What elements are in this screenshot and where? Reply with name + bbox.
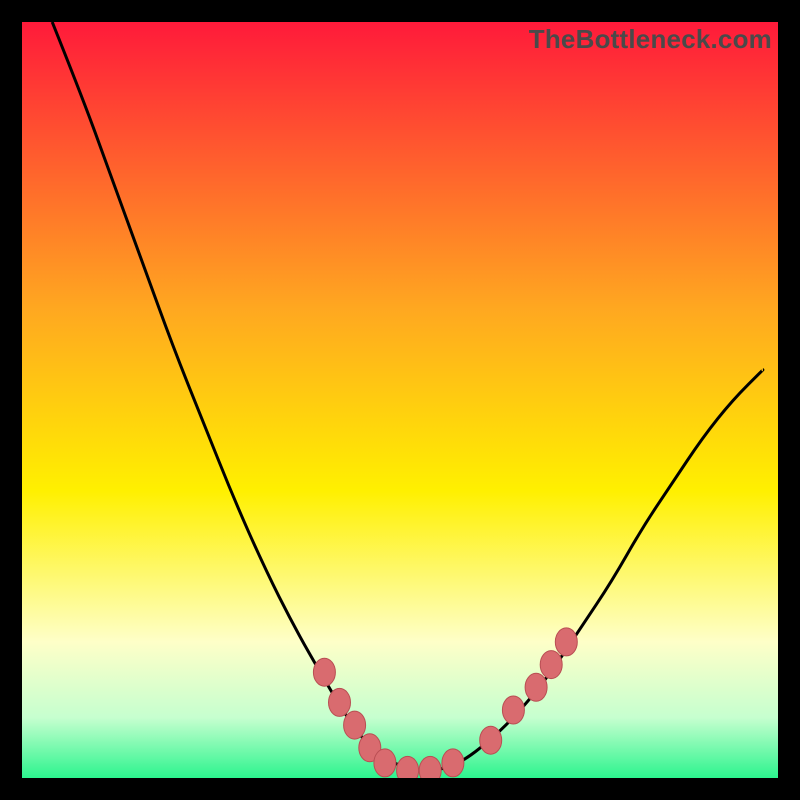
curve-marker — [419, 756, 441, 778]
curve-marker — [442, 749, 464, 777]
curve-marker — [329, 688, 351, 716]
plot-area — [22, 22, 778, 778]
bottleneck-curve — [22, 22, 778, 778]
curve-marker — [525, 673, 547, 701]
chart-frame: TheBottleneck.com — [22, 22, 778, 778]
curve-marker — [374, 749, 396, 777]
curve-marker — [555, 628, 577, 656]
watermark-text: TheBottleneck.com — [529, 24, 772, 55]
curve-marker — [344, 711, 366, 739]
curve-marker — [480, 726, 502, 754]
curve-marker — [502, 696, 524, 724]
curve-marker — [397, 756, 419, 778]
curve-markers — [313, 628, 577, 778]
curve-line — [52, 22, 763, 770]
curve-marker — [540, 651, 562, 679]
curve-marker — [313, 658, 335, 686]
